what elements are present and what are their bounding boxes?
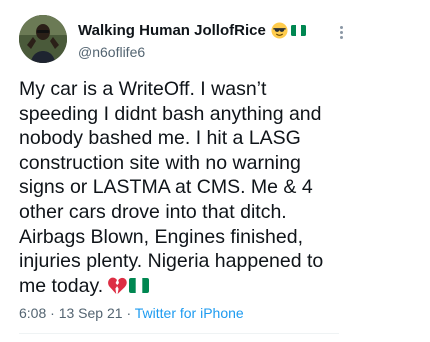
tweet-line: other cars drove into that ditch. (19, 200, 287, 223)
name-emojis (271, 21, 306, 39)
tweet-text: My car is a WriteOff. I wasn’t speeding … (19, 77, 419, 298)
nigeria-flag-icon (129, 278, 150, 294)
tweet-line: me today. (19, 274, 104, 297)
tweet-meta: 6:08 · 13 Sep 21 · Twitter for iPhone (19, 305, 244, 321)
tweet-line: injuries plenty. Nigeria happened to (19, 250, 324, 273)
tweet-line: speeding I didnt bash anything and (19, 102, 322, 125)
tweet-source-link[interactable]: Twitter for iPhone (135, 305, 244, 321)
avatar[interactable] (19, 15, 67, 63)
user-handle[interactable]: @n6oflife6 (78, 44, 378, 60)
tweet-line: My car is a WriteOff. I wasn’t (19, 78, 267, 100)
tweet-last-line: me today. (19, 274, 419, 299)
more-dot (339, 30, 343, 34)
tweet-card: Walking Human JollofRice @n6oflife6 My c… (0, 0, 430, 342)
tweet-line: nobody bashed me. I hit a LASG (19, 127, 301, 150)
separator: · (50, 305, 55, 321)
tweet-line: signs or LASTMA at CMS. Me & 4 (19, 176, 313, 199)
trailing-emojis (107, 277, 150, 295)
avatar-photo (19, 15, 67, 63)
sunglasses-face-icon (271, 21, 288, 39)
broken-heart-icon (108, 277, 127, 294)
nigeria-flag-icon (290, 24, 306, 36)
separator: · (126, 305, 132, 321)
tweet-line: Airbags Blown, Engines finished, (19, 225, 303, 248)
tweet-time[interactable]: 6:08 (19, 305, 46, 321)
divider (19, 333, 339, 334)
display-name[interactable]: Walking Human JollofRice (78, 22, 266, 39)
more-options-icon[interactable] (333, 22, 349, 42)
tweet-line: construction site with no warning (19, 151, 301, 174)
more-dot (339, 25, 343, 29)
tweet-date[interactable]: 13 Sep 21 (59, 305, 123, 321)
more-dot (339, 35, 343, 39)
